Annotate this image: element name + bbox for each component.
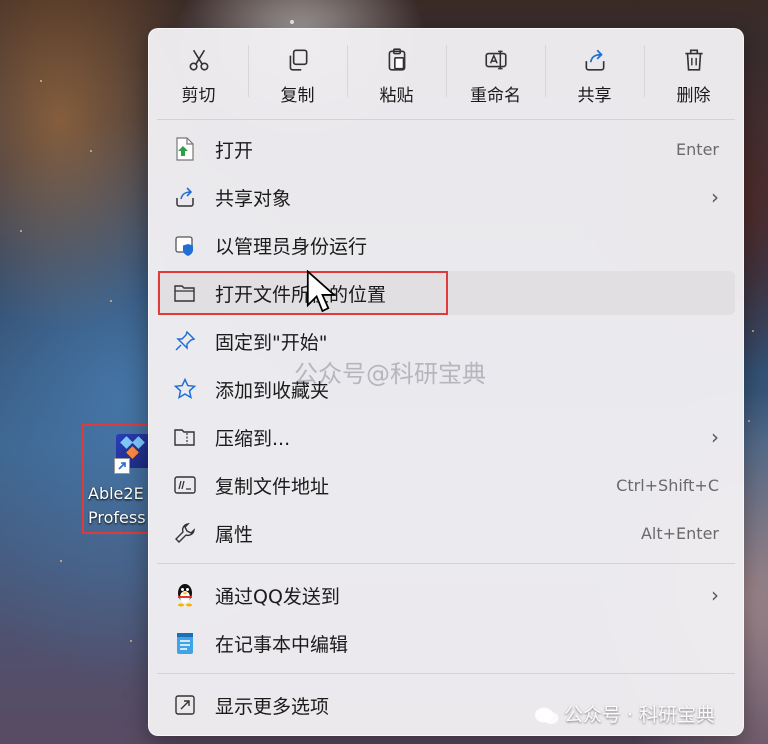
watermark-text: 公众号@科研宝典 xyxy=(294,360,486,388)
wechat-watermark-text: 公众号 · 科研宝典 xyxy=(564,704,716,726)
background-sparkle xyxy=(90,150,92,152)
delete-label: 删除 xyxy=(676,86,711,106)
copy-button[interactable]: 复制 xyxy=(248,29,347,113)
star-icon xyxy=(173,377,197,400)
background-sparkle xyxy=(60,560,62,562)
menu-item-label: 复制文件地址 xyxy=(215,475,330,498)
pin-icon xyxy=(175,330,196,351)
menu-item-label: 固定到"开始" xyxy=(215,331,328,354)
wechat-watermark: 公众号 · 科研宝典 xyxy=(534,700,715,727)
shield-icon xyxy=(175,236,193,256)
chevron-right-icon: › xyxy=(711,583,719,607)
menu-separator xyxy=(157,563,735,564)
menu-separator xyxy=(157,673,735,674)
share-button[interactable]: 共享 xyxy=(545,29,644,113)
share-icon xyxy=(176,187,194,207)
share-icon xyxy=(585,49,604,71)
background-sparkle xyxy=(110,300,112,302)
background-sparkle xyxy=(290,20,294,24)
trash-icon xyxy=(684,49,703,71)
menu-item-send-via-qq[interactable]: 通过QQ发送到 › xyxy=(157,573,735,617)
menu-item-edit-in-notepad[interactable]: 在记事本中编辑 xyxy=(157,621,735,665)
chevron-right-icon: › xyxy=(711,185,719,209)
menu-separator xyxy=(157,119,735,120)
rename-button[interactable]: 重命名 xyxy=(446,29,545,113)
open-file-icon xyxy=(176,137,194,161)
delete-button[interactable]: 删除 xyxy=(644,29,743,113)
menu-item-copy-file-path[interactable]: 复制文件地址 Ctrl+Shift+C xyxy=(157,463,735,507)
menu-item-open[interactable]: 打开 Enter xyxy=(157,127,735,171)
paste-icon xyxy=(388,48,405,71)
menu-item-compress-to[interactable]: 压缩到... › xyxy=(157,415,735,459)
shortcut-text: Enter xyxy=(676,139,719,159)
scissors-icon xyxy=(189,49,208,71)
menu-item-label: 属性 xyxy=(215,523,254,546)
background-sparkle xyxy=(130,640,132,642)
copy-icon xyxy=(289,49,307,71)
shortcut-text: Ctrl+Shift+C xyxy=(616,475,719,495)
background-sparkle xyxy=(748,420,750,422)
mouse-cursor-icon xyxy=(306,270,336,313)
menu-item-label: 共享对象 xyxy=(215,187,292,210)
zip-folder-icon xyxy=(174,429,195,446)
menu-item-label: 压缩到... xyxy=(215,427,291,450)
more-options-icon xyxy=(175,695,195,715)
menu-item-label: 打开 xyxy=(215,139,254,162)
rename-icon xyxy=(484,50,507,70)
menu-item-label: 通过QQ发送到 xyxy=(215,585,340,608)
menu-item-label: 显示更多选项 xyxy=(215,695,330,718)
menu-item-run-as-admin[interactable]: 以管理员身份运行 xyxy=(157,223,735,267)
copy-label: 复制 xyxy=(280,86,315,106)
share-label: 共享 xyxy=(577,86,612,106)
chevron-right-icon: › xyxy=(711,425,719,449)
qq-penguin-icon xyxy=(178,584,192,607)
menu-item-label: 在记事本中编辑 xyxy=(215,633,349,656)
paste-label: 粘贴 xyxy=(379,86,414,106)
background-sparkle xyxy=(40,80,42,82)
rename-label: 重命名 xyxy=(470,86,521,106)
highlight-box xyxy=(158,271,448,315)
cut-button[interactable]: 剪切 xyxy=(149,29,248,113)
menu-item-properties[interactable]: 属性 Alt+Enter xyxy=(157,511,735,555)
shortcut-arrow-icon xyxy=(114,458,130,474)
background-sparkle xyxy=(752,330,754,332)
cut-label: 剪切 xyxy=(181,86,216,106)
menu-item-label: 以管理员身份运行 xyxy=(215,235,368,258)
copy-path-icon xyxy=(174,476,196,494)
notepad-icon xyxy=(177,633,193,654)
menu-item-share-to[interactable]: 共享对象 › xyxy=(157,175,735,219)
wechat-icon xyxy=(535,707,559,724)
wrench-icon xyxy=(175,523,195,543)
menu-toolbar: 剪切 复制 粘贴 重命名 共享 删除 xyxy=(149,29,743,113)
shortcut-text: Alt+Enter xyxy=(640,523,719,543)
background-sparkle xyxy=(20,230,22,232)
paste-button[interactable]: 粘贴 xyxy=(347,29,446,113)
